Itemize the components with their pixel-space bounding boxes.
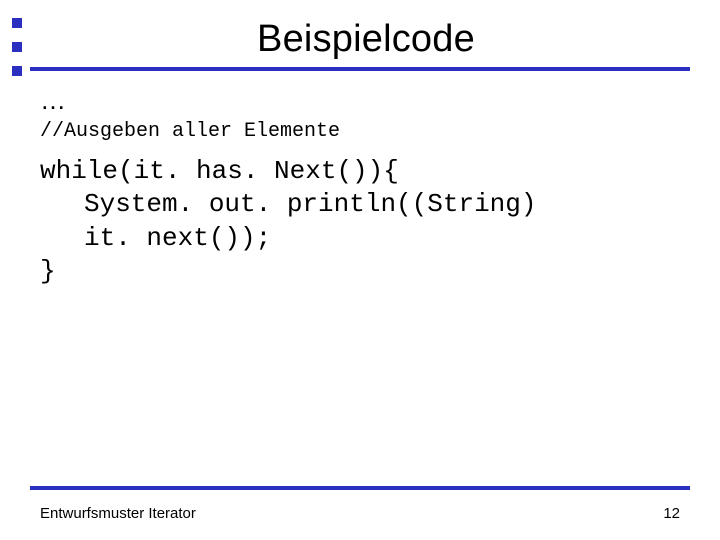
code-line-4: } bbox=[40, 255, 680, 288]
ellipsis-text: … bbox=[40, 85, 680, 116]
slide-content: … //Ausgeben aller Elemente while(it. ha… bbox=[0, 71, 720, 288]
square-bullet-icon bbox=[12, 18, 22, 28]
square-bullet-icon bbox=[12, 66, 22, 76]
code-comment: //Ausgeben aller Elemente bbox=[40, 120, 680, 143]
footer: Entwurfsmuster Iterator 12 bbox=[40, 505, 680, 522]
slide: Beispielcode … //Ausgeben aller Elemente… bbox=[0, 0, 720, 540]
page-number: 12 bbox=[663, 505, 680, 522]
code-line-1: while(it. has. Next()){ bbox=[40, 155, 680, 188]
horizontal-rule-bottom bbox=[30, 486, 690, 490]
footer-left-text: Entwurfsmuster Iterator bbox=[40, 505, 196, 522]
square-bullet-icon bbox=[12, 42, 22, 52]
slide-title: Beispielcode bbox=[12, 18, 720, 61]
title-bullets bbox=[12, 18, 22, 76]
title-row: Beispielcode bbox=[0, 0, 720, 61]
code-line-2: System. out. println((String) bbox=[40, 188, 680, 221]
code-line-3: it. next()); bbox=[40, 222, 680, 255]
